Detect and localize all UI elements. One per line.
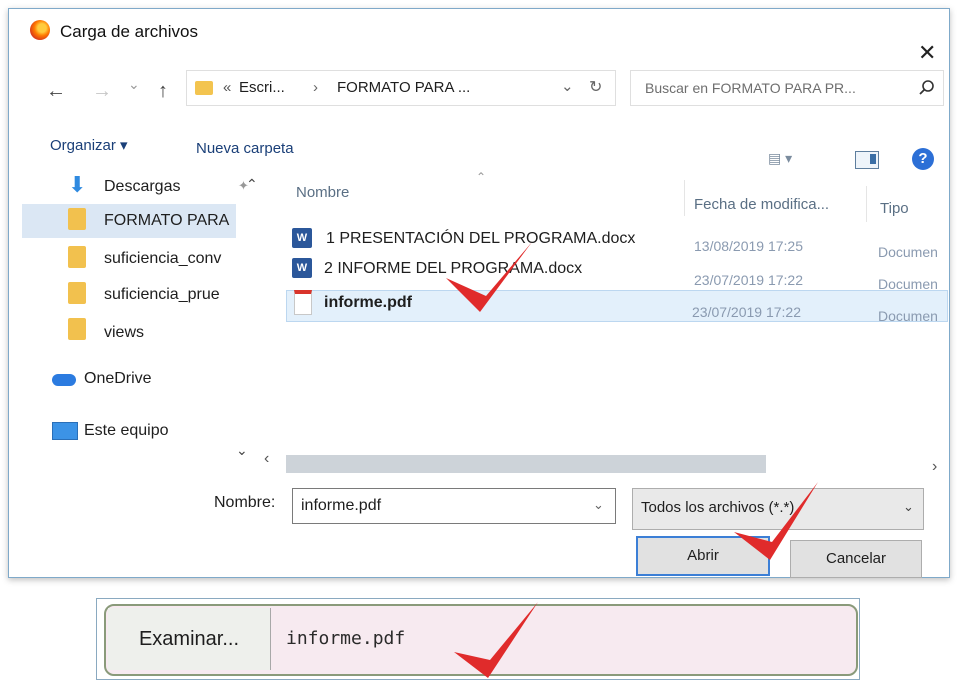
forward-arrow-icon[interactable]: → [92, 80, 112, 103]
sidebar-item-descargas[interactable]: ⬇ Descargas ✦ [68, 174, 258, 200]
filename-input[interactable]: informe.pdf ⌄ [292, 488, 616, 524]
sidebar-item-label: FORMATO PARA [104, 212, 230, 229]
address-dropdown-icon[interactable]: ⌄ [561, 77, 574, 95]
column-divider [866, 186, 867, 222]
close-icon[interactable]: ✕ [918, 40, 936, 66]
browse-button[interactable]: Examinar... [108, 608, 271, 670]
cloud-icon [52, 374, 76, 386]
file-date: 23/07/2019 17:22 [694, 272, 803, 288]
sidebar-item-label: OneDrive [84, 370, 152, 387]
file-type: Documen [878, 308, 938, 324]
search-icon [919, 80, 934, 95]
horizontal-scrollbar-thumb[interactable] [286, 455, 766, 473]
word-icon: W [292, 258, 312, 278]
new-folder-button[interactable]: Nueva carpeta [196, 140, 294, 157]
folder-icon [68, 246, 86, 268]
chevron-down-icon[interactable]: ⌄ [903, 499, 914, 515]
check-mark-icon [454, 602, 538, 678]
sidebar-item-formato-para[interactable]: FORMATO PARA [68, 206, 258, 232]
search-placeholder: Buscar en FORMATO PARA PR... [645, 80, 856, 96]
selected-file-value: informe.pdf [286, 628, 406, 649]
file-name: informe.pdf [324, 294, 412, 311]
column-header-date[interactable]: Fecha de modifica... [694, 196, 829, 213]
dialog-title: Carga de archivos [60, 22, 198, 41]
firefox-icon [30, 20, 50, 40]
folder-icon [68, 318, 86, 340]
view-options-icon[interactable]: ▤ ▾ [768, 150, 792, 167]
address-overflow[interactable]: « [223, 79, 231, 96]
sidebar-item-views[interactable]: views [68, 318, 258, 344]
up-arrow-icon[interactable]: ↑ [158, 80, 168, 103]
file-date: 13/08/2019 17:25 [694, 238, 803, 254]
check-mark-icon [446, 242, 532, 312]
folder-icon [68, 208, 86, 230]
sidebar-item-suficiencia-conv[interactable]: suficiencia_conv [68, 246, 258, 272]
sidebar-item-label: views [104, 324, 145, 341]
chevron-down-icon[interactable]: ⌄ [593, 497, 604, 513]
computer-icon [52, 422, 78, 440]
sidebar-item-suficiencia-prue[interactable]: suficiencia_prue [68, 282, 258, 308]
organize-button[interactable]: Organizar ▾ [50, 136, 128, 154]
folder-icon [195, 81, 213, 95]
file-type: Documen [878, 244, 938, 260]
sidebar-scroll-up-icon[interactable]: ⌃ [246, 176, 258, 193]
check-mark-icon [734, 482, 818, 560]
scroll-left-icon[interactable]: ‹ [264, 450, 269, 468]
word-icon: W [292, 228, 312, 248]
sidebar-item-este-equipo[interactable]: Este equipo [52, 420, 242, 446]
sidebar-item-label: Descargas [104, 178, 181, 195]
back-arrow-icon[interactable]: ← [46, 80, 66, 103]
breadcrumb-formato[interactable]: FORMATO PARA ... [337, 79, 470, 96]
sidebar-item-label: suficiencia_conv [104, 250, 222, 267]
breadcrumb-separator: › [313, 79, 318, 96]
pdf-icon [294, 290, 312, 315]
preview-pane-icon[interactable] [855, 151, 879, 169]
file-date: 23/07/2019 17:22 [692, 304, 801, 320]
folder-icon [68, 282, 86, 304]
column-header-name[interactable]: Nombre [296, 184, 349, 201]
scroll-right-icon[interactable]: › [932, 458, 937, 476]
sort-ascending-icon: ⌃ [476, 170, 487, 184]
refresh-icon[interactable]: ↻ [589, 77, 602, 97]
sidebar-item-label: suficiencia_prue [104, 286, 220, 303]
sidebar-item-onedrive[interactable]: OneDrive [52, 368, 242, 394]
sidebar-item-label: Este equipo [84, 422, 169, 439]
filename-value: informe.pdf [301, 497, 382, 514]
column-header-type[interactable]: Tipo [880, 200, 909, 217]
breadcrumb-escritorio[interactable]: Escri... [239, 79, 285, 96]
download-arrow-icon: ⬇ [68, 172, 87, 197]
filename-label: Nombre: [214, 494, 276, 511]
search-input[interactable]: Buscar en FORMATO PARA PR... [630, 70, 944, 106]
address-bar[interactable]: « Escri... › FORMATO PARA ... ⌄ ↻ [186, 70, 616, 106]
column-divider [684, 180, 685, 216]
recent-locations-icon[interactable]: ⌄ [128, 76, 140, 93]
help-icon[interactable]: ? [912, 148, 934, 170]
sidebar-scroll-down-icon[interactable]: ⌄ [236, 442, 248, 459]
navigation-pane: ⬇ Descargas ✦ FORMATO PARA suficiencia_c… [22, 170, 258, 470]
